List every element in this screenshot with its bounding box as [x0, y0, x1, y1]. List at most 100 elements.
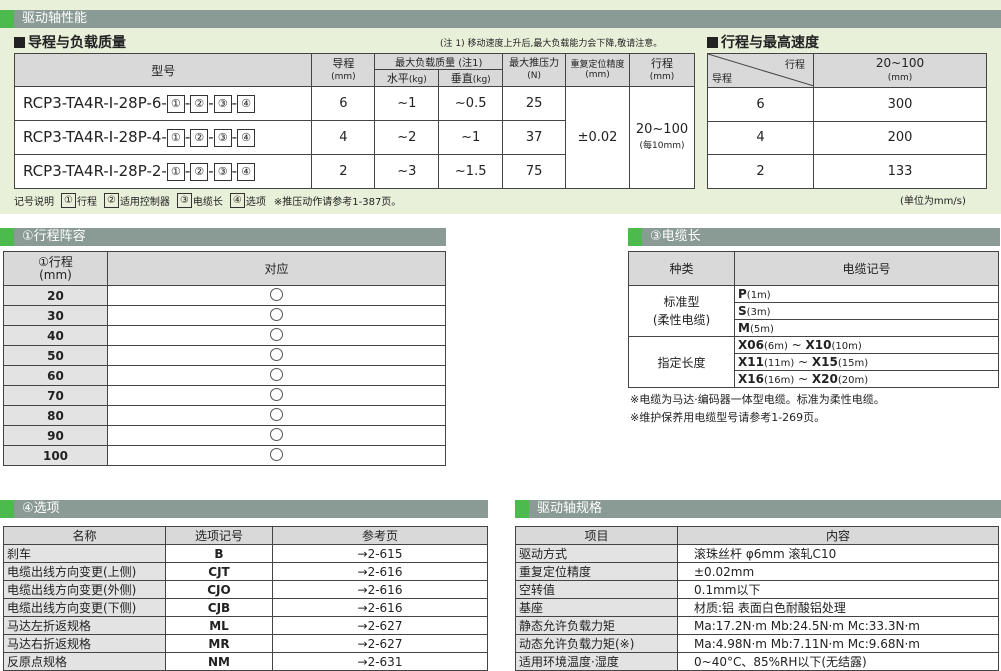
option-code: MR — [165, 634, 273, 653]
section-header-cable: ③电缆长 — [628, 228, 1000, 246]
circle-icon — [270, 448, 283, 461]
option-page: →2-616 — [272, 580, 488, 599]
lead-cell: 2 — [311, 154, 376, 189]
speed-table-title: 行程与最高速度 — [707, 32, 819, 52]
option-name: 刹车 — [3, 544, 166, 563]
spec-row: 适用环境温度·湿度 0~40°C、85%RH以下(无结露) — [515, 652, 999, 671]
spec-row: 空转值 0.1mm以下 — [515, 580, 999, 599]
option-name: 电缆出线方向变更(外侧) — [3, 580, 166, 599]
option-code: CJO — [165, 580, 273, 599]
stroke-header: ①行程 (mm) — [3, 251, 108, 286]
option-code: NM — [165, 652, 273, 671]
support-cell — [107, 385, 446, 406]
standard-type-cell: 标准型 (柔性电缆) — [628, 285, 735, 337]
cable-type-header: 种类 — [628, 251, 735, 286]
circle-icon — [270, 348, 283, 361]
stroke-value: 80 — [3, 405, 108, 426]
spec-item: 适用环境温度·湿度 — [515, 652, 678, 671]
lead-table-note: (注 1) 移动速度上升后,最大负载能力会下降,敬请注意。 — [440, 39, 663, 49]
stroke-row: 30 — [3, 305, 446, 326]
spec-row: 驱动方式 滚珠丝杆 φ6mm 滚轧C10 — [515, 544, 999, 563]
lead-table-title: 导程与负载质量 — [14, 32, 126, 52]
legend-box-2: ② — [103, 193, 119, 208]
section-header-options: ④选项 — [0, 500, 488, 518]
legend-note: ※推压动作请参考1-387页。 — [273, 197, 402, 208]
model-cell: RCP3-TA4R-I-28P-4- ① - ② - ③ - ④ — [13, 120, 313, 155]
stroke-value: 100 — [3, 445, 108, 466]
speed-col-header: 20~100 (mm) — [813, 53, 987, 88]
option-name: 电缆出线方向变更(下侧) — [3, 598, 166, 617]
spec-row: 动态允许负载力矩(※) Ma:4.98N·m Mb:7.11N·m Mc:9.68… — [515, 634, 999, 653]
spec-content: 滚珠丝杆 φ6mm 滚轧C10 — [677, 544, 999, 563]
cable-code-row: S(3m) — [734, 302, 999, 320]
spec-row: 静态允许负载力矩 Ma:17.2N·m Mb:24.5N·m Mc:33.3N·m — [515, 616, 999, 635]
cable-code-row: X06(6m) ~ X10(10m) — [734, 336, 999, 354]
vertical-cell: ~1.5 — [438, 154, 504, 189]
support-cell — [107, 425, 446, 446]
option-page-header: 参考页 — [272, 526, 488, 545]
stroke-row: 50 — [3, 345, 446, 366]
header-model: 型号 — [13, 53, 313, 87]
push-cell: 75 — [502, 154, 567, 189]
speed-corner: 行程 导程 — [707, 53, 814, 88]
option-page: →2-616 — [272, 562, 488, 581]
option-code: CJB — [165, 598, 273, 617]
legend-label: 记号说明 — [14, 197, 54, 208]
option-name: 反原点规格 — [3, 652, 166, 671]
speed-table: 行程 导程 20~100 (mm) 6 300 4 200 2 133 — [707, 53, 987, 189]
spec-item-header: 项目 — [515, 526, 678, 545]
model-cell: RCP3-TA4R-I-28P-6- ① - ② - ③ - ④ — [13, 86, 313, 121]
horizontal-cell: ~1 — [374, 86, 440, 121]
circle-icon — [270, 288, 283, 301]
cable-note-2: ※维护保养用电缆型号请参考1-269页。 — [630, 411, 826, 424]
cable-table: 种类 电缆记号 标准型 (柔性电缆) P(1m) S(3m) M(5m) 指定长度… — [628, 251, 999, 388]
lead-cell: 6 — [311, 86, 376, 121]
circle-icon — [270, 308, 283, 321]
spec-row: 重复定位精度 ±0.02mm — [515, 562, 999, 581]
push-cell: 25 — [502, 86, 567, 121]
stroke-value: 40 — [3, 325, 108, 346]
horizontal-cell: ~3 — [374, 154, 440, 189]
header-max-push: 最大推压力 (N) — [502, 53, 567, 87]
option-code: CJT — [165, 562, 273, 581]
option-code: ML — [165, 616, 273, 635]
option-page: →2-616 — [272, 598, 488, 617]
option-page: →2-631 — [272, 652, 488, 671]
cable-code-row: M(5m) — [734, 319, 999, 337]
support-cell — [107, 345, 446, 366]
support-cell — [107, 365, 446, 386]
section-header-drive-performance: 驱动轴性能 — [0, 10, 1001, 28]
spec-section-title: 驱动轴规格 — [537, 501, 603, 516]
stroke-value: 70 — [3, 385, 108, 406]
stroke-table: ①行程 (mm) 对应 20 30 40 50 60 70 80 90 100 — [3, 251, 446, 466]
spec-row: 基座 材质:铝 表面白色耐酸铝处理 — [515, 598, 999, 617]
stroke-row: 20 — [3, 285, 446, 306]
stroke-row: 100 — [3, 445, 446, 466]
stroke-row: 60 — [3, 365, 446, 386]
stroke-row: 90 — [3, 425, 446, 446]
spec-item: 空转值 — [515, 580, 678, 599]
option-page: →2-627 — [272, 616, 488, 635]
stroke-row: 80 — [3, 405, 446, 426]
option-row: 刹车 B →2-615 — [3, 544, 488, 563]
spec-item: 静态允许负载力矩 — [515, 616, 678, 635]
lead-table-title-text: 导程与负载质量 — [28, 35, 126, 51]
table-row: 4 200 — [707, 120, 987, 156]
option-page: →2-615 — [272, 544, 488, 563]
spec-item: 驱动方式 — [515, 544, 678, 563]
legend-line: 记号说明 ① 行程 ② 适用控制器 ③ 电缆长 ④ 选项 ※推压动作请参考1-387页。 — [14, 193, 402, 208]
cable-code-row: X16(16m) ~ X20(20m) — [734, 370, 999, 388]
push-cell: 37 — [502, 120, 567, 155]
spec-content: 0.1mm以下 — [677, 580, 999, 599]
option-page: →2-627 — [272, 634, 488, 653]
lead-load-table: 型号 导程 (mm) 最大负载质量 (注1) 最大推压力 (N) 重复定位精度 (mm… — [13, 53, 696, 189]
stroke-section-title: ①行程阵容 — [22, 229, 86, 244]
spec-table: 项目 内容 驱动方式 滚珠丝杆 φ6mm 滚轧C10 重复定位精度 ±0.02mm 空转… — [515, 526, 999, 671]
option-row: 马达右折返规格 MR →2-627 — [3, 634, 488, 653]
stroke-value: 50 — [3, 345, 108, 366]
header-stroke: 行程 (mm) — [628, 53, 696, 87]
option-name: 马达右折返规格 — [3, 634, 166, 653]
spec-content-header: 内容 — [677, 526, 999, 545]
cable-code-row: X11(11m) ~ X15(15m) — [734, 353, 999, 371]
spec-item: 重复定位精度 — [515, 562, 678, 581]
